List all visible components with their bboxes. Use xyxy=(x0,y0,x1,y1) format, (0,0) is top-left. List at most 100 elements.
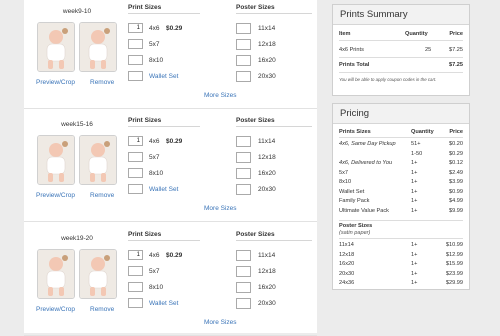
pricing-item: 8x10 xyxy=(339,179,352,185)
print-size-label[interactable]: Wallet Set xyxy=(149,300,178,307)
print-sizes-header: Print Sizes xyxy=(128,117,162,124)
poster-quantity-input[interactable] xyxy=(236,55,251,66)
print-quantity-input[interactable] xyxy=(128,298,143,308)
poster-size-label: 12x18 xyxy=(258,268,276,275)
poster-size-label: 11x14 xyxy=(258,138,276,145)
week-label: week15-16 xyxy=(61,121,93,128)
poster-quantity-input[interactable] xyxy=(236,250,251,261)
print-quantity-input[interactable]: 1 xyxy=(128,250,143,260)
preview-crop-link[interactable]: Preview/Crop xyxy=(36,306,75,313)
pricing-item: Ultimate Value Pack xyxy=(339,207,389,214)
pricing-item: 16x20 xyxy=(339,261,355,267)
pricing-price: $23.99 xyxy=(445,270,463,277)
poster-size-label: 16x20 xyxy=(258,57,276,64)
pricing-poster-sub: (satin paper) xyxy=(339,230,371,236)
preview-crop-link[interactable]: Preview/Crop xyxy=(36,79,75,86)
remove-link[interactable]: Remove xyxy=(90,306,114,313)
pricing-panel: Pricing Prints Sizes Quantity Price 4x6,… xyxy=(332,103,470,290)
pricing-item: 4x6, Delivered to You xyxy=(339,160,393,166)
pricing-item: Family Pack xyxy=(339,198,370,204)
pricing-quantity: 1+ xyxy=(411,261,418,267)
print-quantity-input[interactable] xyxy=(128,39,143,49)
pricing-quantity: 1+ xyxy=(411,251,418,258)
print-quantity-input[interactable] xyxy=(128,168,143,178)
summary-row-quantity: 25 xyxy=(425,47,432,53)
pricing-item: 12x18 xyxy=(339,251,355,258)
pricing-title: Pricing xyxy=(333,104,469,124)
print-quantity-input[interactable] xyxy=(128,184,143,194)
pricing-poster-header: Poster Sizes xyxy=(339,223,373,229)
pricing-item: 20x30 xyxy=(339,270,355,277)
poster-size-label: 11x14 xyxy=(258,25,276,32)
week-label: week19-20 xyxy=(61,235,93,242)
pricing-quantity: 1+ xyxy=(411,160,418,166)
summary-quantity-header: Quantity xyxy=(405,31,428,37)
poster-sizes-header: Poster Sizes xyxy=(236,117,275,124)
prints-summary-title: Prints Summary xyxy=(333,5,469,25)
poster-size-label: 20x30 xyxy=(258,186,276,193)
print-size-label[interactable]: Wallet Set xyxy=(149,73,178,80)
print-quantity-input[interactable]: 1 xyxy=(128,23,143,33)
poster-quantity-input[interactable] xyxy=(236,136,251,147)
pricing-item: 24x36 xyxy=(339,280,355,286)
print-size-label: 8x10 xyxy=(149,170,164,177)
pricing-price: $10.99 xyxy=(445,242,463,248)
poster-quantity-input[interactable] xyxy=(236,71,251,82)
print-size-price: $0.29 xyxy=(166,252,183,259)
pricing-price: $2.49 xyxy=(449,169,463,176)
pricing-quantity-header: Quantity xyxy=(411,129,434,135)
remove-link[interactable]: Remove xyxy=(90,79,114,86)
summary-row-item: 4x6 Prints xyxy=(339,47,364,53)
poster-quantity-input[interactable] xyxy=(236,184,251,195)
print-size-label: 8x10 xyxy=(149,57,164,64)
poster-size-label: 20x30 xyxy=(258,300,276,307)
more-sizes-link[interactable]: More Sizes xyxy=(204,92,237,99)
poster-quantity-input[interactable] xyxy=(236,23,251,34)
summary-price-header: Price xyxy=(449,31,463,37)
pricing-item: 5x7 xyxy=(339,169,349,176)
pricing-price: $0.29 xyxy=(449,150,463,157)
poster-quantity-input[interactable] xyxy=(236,168,251,179)
more-sizes-link[interactable]: More Sizes xyxy=(204,319,237,326)
poster-quantity-input[interactable] xyxy=(236,266,251,277)
photo-thumbnail[interactable] xyxy=(79,249,117,299)
summary-total-price: $7.25 xyxy=(449,62,463,68)
print-size-label: 5x7 xyxy=(149,154,160,161)
summary-item-header: Item xyxy=(339,31,351,37)
print-quantity-input[interactable] xyxy=(128,55,143,65)
pricing-quantity: 1+ xyxy=(411,169,418,176)
poster-quantity-input[interactable] xyxy=(236,39,251,50)
photo-thumbnail[interactable] xyxy=(37,22,75,72)
prints-summary-panel: Prints Summary Item Quantity Price 4x6 P… xyxy=(332,4,470,96)
photo-thumbnail[interactable] xyxy=(37,135,75,185)
photo-thumbnail[interactable] xyxy=(79,22,117,72)
pricing-price: $12.99 xyxy=(445,251,463,258)
summary-row-price: $7.25 xyxy=(449,47,463,53)
poster-quantity-input[interactable] xyxy=(236,152,251,163)
pricing-price: $3.99 xyxy=(449,179,463,185)
print-quantity-input[interactable] xyxy=(128,71,143,81)
poster-quantity-input[interactable] xyxy=(236,298,251,309)
pricing-quantity: 1+ xyxy=(411,280,418,286)
print-size-label: 5x7 xyxy=(149,268,160,275)
pricing-item: Wallet Set xyxy=(339,188,365,195)
poster-quantity-input[interactable] xyxy=(236,282,251,293)
poster-size-label: 12x18 xyxy=(258,41,276,48)
summary-total-label: Prints Total xyxy=(339,62,370,68)
more-sizes-link[interactable]: More Sizes xyxy=(204,205,237,212)
print-quantity-input[interactable] xyxy=(128,282,143,292)
pricing-price: $0.20 xyxy=(449,141,463,147)
print-size-label[interactable]: Wallet Set xyxy=(149,186,178,193)
photo-thumbnail[interactable] xyxy=(79,135,117,185)
print-quantity-input[interactable] xyxy=(128,266,143,276)
print-quantity-input[interactable] xyxy=(128,152,143,162)
pricing-price: $9.99 xyxy=(449,207,463,214)
pricing-quantity: 1-50 xyxy=(411,150,423,157)
preview-crop-link[interactable]: Preview/Crop xyxy=(36,192,75,199)
print-size-price: $0.29 xyxy=(166,138,183,145)
remove-link[interactable]: Remove xyxy=(90,192,114,199)
print-quantity-input[interactable]: 1 xyxy=(128,136,143,146)
poster-size-label: 16x20 xyxy=(258,170,276,177)
photo-thumbnail[interactable] xyxy=(37,249,75,299)
print-size-price: $0.29 xyxy=(166,25,183,32)
